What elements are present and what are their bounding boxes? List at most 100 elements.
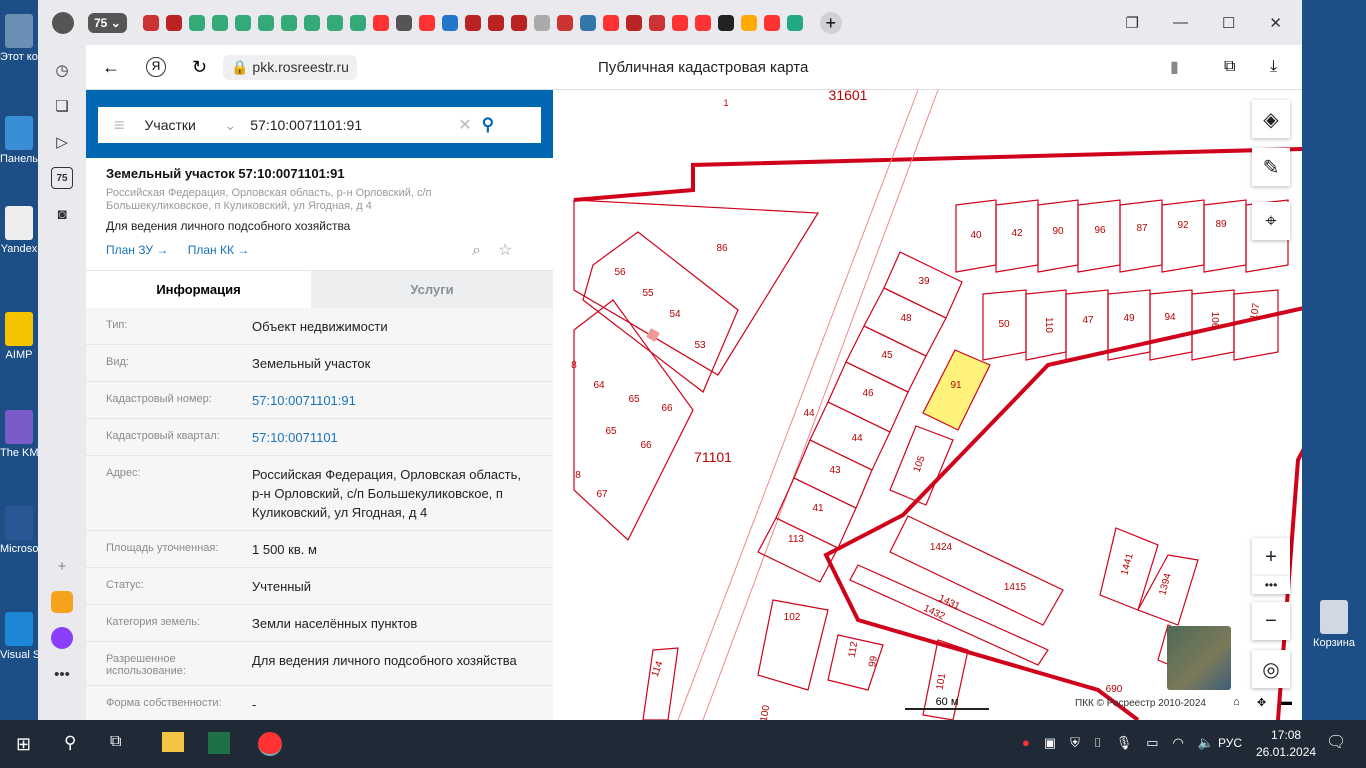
parcel-boundary[interactable] (642, 647, 679, 720)
yandex-tray-icon[interactable]: ● (1022, 735, 1030, 751)
new-tab-button[interactable]: + (819, 11, 842, 34)
desktop-icon-recycle[interactable]: Корзина (1302, 600, 1366, 649)
alice-icon[interactable] (51, 627, 73, 649)
tray-app-icon[interactable]: ▣ (1044, 735, 1056, 751)
desktop-icon[interactable]: Yandex (0, 206, 38, 255)
profile-icon[interactable] (52, 11, 74, 34)
play-icon[interactable]: ▷ (51, 131, 73, 153)
tab-favicon[interactable] (763, 14, 780, 31)
language-indicator[interactable]: РУС (1218, 736, 1242, 750)
layers-button[interactable]: ◈ (1252, 100, 1290, 138)
desktop-icon[interactable]: Панель управления (0, 116, 38, 165)
tab-favicon[interactable] (303, 14, 320, 31)
tab-counter[interactable]: 75 ⌄ (88, 12, 127, 33)
security-icon[interactable]: ⛨ (1070, 735, 1080, 751)
yandex-icon[interactable]: Я (146, 57, 166, 77)
tab-favicon[interactable] (441, 14, 458, 31)
locate-button[interactable]: ⌖ (1252, 202, 1290, 240)
zoom-more-button[interactable]: ••• (1252, 576, 1290, 594)
parcel-boundary[interactable] (1233, 289, 1279, 361)
tab-favicon[interactable] (579, 14, 596, 31)
tab-favicon[interactable] (740, 14, 757, 31)
tab-favicon[interactable] (556, 14, 573, 31)
more-icon[interactable]: ••• (51, 663, 73, 685)
start-button[interactable]: ⊞ (16, 734, 31, 755)
menu-icon[interactable]: ≡ (114, 115, 125, 136)
mail-icon[interactable] (51, 591, 73, 613)
clock[interactable]: 17:08 26.01.2024 (1256, 727, 1316, 761)
reload-icon[interactable]: ↻ (192, 57, 207, 78)
tab-favicon[interactable] (211, 14, 228, 31)
tab-favicon[interactable] (510, 14, 527, 31)
clear-icon[interactable]: ✕ (458, 115, 471, 135)
yandex-browser-icon[interactable] (258, 732, 282, 756)
desktop-icon[interactable]: Microsoft Word (0, 506, 38, 555)
battery-icon[interactable]: ▭ (1146, 735, 1158, 751)
collections-icon[interactable]: ❏ (51, 95, 73, 117)
tab-favicon[interactable] (280, 14, 297, 31)
explorer-icon[interactable] (162, 732, 184, 752)
parcel-boundary[interactable] (757, 517, 839, 583)
chevron-down-icon[interactable]: ⌄ (225, 117, 237, 134)
search-icon[interactable]: ⚲ (482, 115, 494, 135)
tab-favicon[interactable] (533, 14, 550, 31)
camera-icon[interactable]: ◙ (51, 203, 73, 225)
mic-icon[interactable]: 🎙 (1116, 735, 1133, 751)
maximize-button[interactable]: ☐ (1222, 14, 1235, 32)
tab-favicon[interactable] (257, 14, 274, 31)
minimize-button[interactable]: — (1173, 14, 1188, 32)
zoom-to-icon[interactable]: ⌕ (472, 242, 481, 260)
tab-favicon[interactable] (234, 14, 251, 31)
basemap-thumbnail[interactable] (1167, 626, 1231, 690)
tab-favicon[interactable] (648, 14, 665, 31)
tab-favicon[interactable] (602, 14, 619, 31)
home-icon[interactable]: ⌂ (1233, 696, 1240, 708)
tab-favicon[interactable] (786, 14, 803, 31)
tab-services[interactable]: Услуги (311, 271, 553, 308)
download-icon[interactable]: ⤓ (1270, 58, 1277, 76)
tab-favicon[interactable] (349, 14, 366, 31)
tab-favicon[interactable] (694, 14, 711, 31)
task-view-icon[interactable]: ⧉ (110, 733, 121, 751)
close-button[interactable]: ✕ (1269, 14, 1282, 32)
back-icon[interactable]: ← (102, 57, 120, 78)
parcel-boundary[interactable] (889, 515, 1064, 626)
notifications-icon[interactable]: 🗨 (1326, 732, 1346, 752)
tab-favicon[interactable] (717, 14, 734, 31)
tab-favicon[interactable] (671, 14, 688, 31)
plan-kk-link[interactable]: План КК → (188, 243, 250, 257)
tab-favicon[interactable] (418, 14, 435, 31)
category-select[interactable]: Участки (145, 117, 225, 133)
parcel-boundary[interactable] (582, 231, 739, 393)
wifi-icon[interactable]: ◠ (1173, 735, 1184, 751)
ruler-button[interactable]: ✎ (1252, 148, 1290, 186)
history-icon[interactable]: ◷ (51, 59, 73, 81)
parcel-boundary[interactable] (1203, 199, 1247, 273)
zoom-in-button[interactable]: + (1252, 538, 1290, 576)
tab-favicon[interactable] (372, 14, 389, 31)
tab-favicon[interactable] (395, 14, 412, 31)
parcel-boundary[interactable] (1119, 199, 1163, 273)
tab-info[interactable]: Информация (86, 271, 311, 308)
plan-zu-link[interactable]: План ЗУ → (106, 243, 168, 257)
add-icon[interactable]: + (51, 555, 73, 577)
search-icon[interactable]: ⚲ (64, 733, 76, 753)
tab-favicon[interactable] (326, 14, 343, 31)
compass-button[interactable]: ◎ (1252, 650, 1290, 688)
desktop-icon[interactable]: Этот компьютер (0, 14, 38, 63)
extensions-icon[interactable]: ⧉ (1224, 58, 1235, 76)
parcel-boundary[interactable] (1161, 199, 1205, 273)
usb-icon[interactable]: ⌷ (1094, 735, 1102, 751)
pin-icon[interactable]: ✥ (1257, 696, 1266, 709)
tab-favicon[interactable] (142, 14, 159, 31)
bookmark-icon[interactable]: ▮ (1170, 57, 1179, 77)
map[interactable]: 4042909687928988394845464444434111350110… (553, 90, 1302, 720)
window-icon[interactable]: ▬ (1281, 696, 1292, 708)
collections-icon[interactable]: ❐ (1126, 14, 1139, 32)
parcel-boundary[interactable] (1149, 289, 1193, 361)
url-field[interactable]: 🔒 pkk.rosreestr.ru (223, 54, 357, 80)
desktop-icon[interactable]: Visual Studio Code (0, 612, 38, 661)
tab-favicon[interactable] (487, 14, 504, 31)
parcel-boundary[interactable] (1077, 199, 1121, 273)
search-input[interactable]: 57:10:0071101:91 (250, 117, 458, 133)
